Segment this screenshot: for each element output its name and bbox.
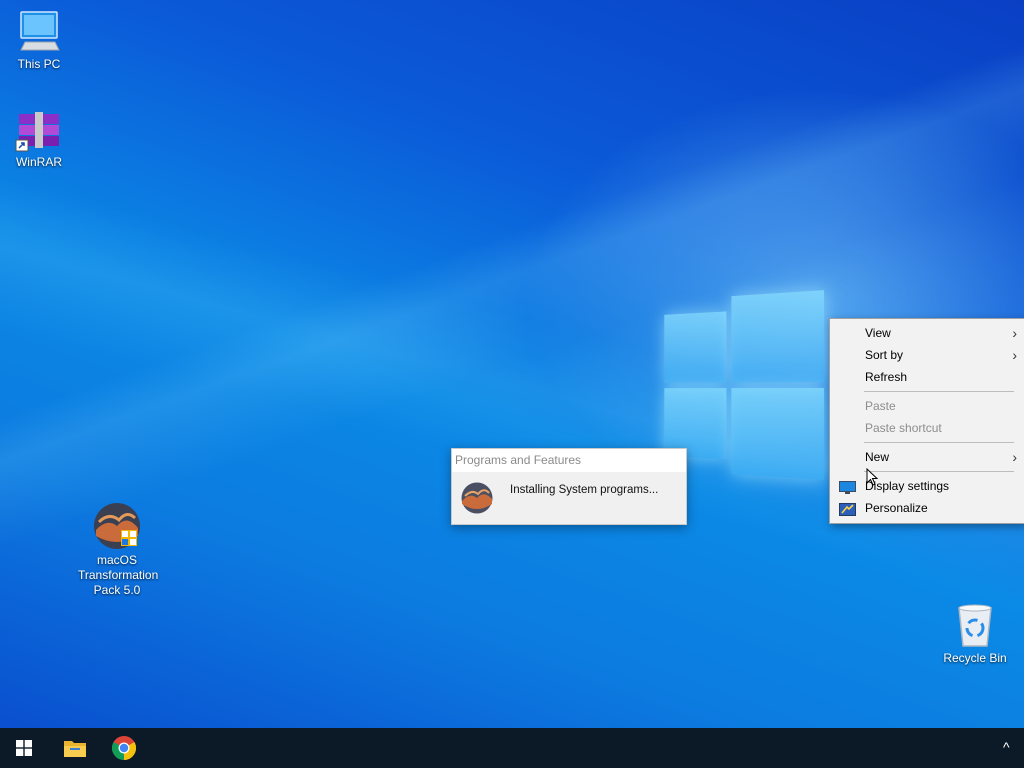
desktop-icon-label: macOS Transformation Pack 5.0 (78, 553, 159, 597)
menu-item-paste-shortcut[interactable]: Paste shortcut (830, 417, 1024, 439)
menu-separator (864, 471, 1014, 472)
desktop[interactable]: This PC WinRAR macOS Transformation Pack… (0, 0, 1024, 728)
chevron-right-icon: › (1012, 347, 1017, 363)
macos-transformation-pack-icon (93, 502, 141, 550)
chrome-button[interactable] (100, 728, 148, 768)
dialog-title: Programs and Features (452, 449, 686, 472)
menu-item-label: Paste (865, 399, 896, 413)
display-settings-icon (839, 479, 856, 494)
programs-and-features-dialog: Programs and Features Installing System … (451, 448, 687, 525)
desktop-icon-winrar[interactable]: WinRAR (0, 110, 78, 170)
taskbar: ^ (0, 728, 1024, 768)
folder-icon (64, 739, 86, 762)
menu-item-label: Sort by (865, 348, 904, 362)
menu-item-new[interactable]: New › (830, 446, 1024, 468)
menu-item-label: Paste shortcut (865, 421, 942, 435)
chrome-icon (111, 736, 137, 765)
menu-item-view[interactable]: View › (830, 322, 1024, 344)
desktop-icon-macos-transformation-pack[interactable]: macOS Transformation Pack 5.0 (78, 502, 159, 598)
chevron-right-icon: › (1012, 325, 1017, 341)
menu-item-label: Refresh (865, 370, 908, 384)
menu-item-paste[interactable]: Paste (830, 395, 1024, 417)
menu-separator (864, 442, 1014, 443)
file-explorer-button[interactable] (50, 728, 98, 768)
menu-item-sort-by[interactable]: Sort by › (830, 344, 1024, 366)
winrar-icon (15, 110, 63, 152)
desktop-icon-recycle-bin[interactable]: Recycle Bin (936, 602, 1014, 666)
menu-item-refresh[interactable]: Refresh (830, 366, 1024, 388)
dialog-message: Installing System programs... (510, 484, 659, 496)
show-hidden-icons-button[interactable]: ^ (1000, 728, 1016, 768)
menu-separator (864, 391, 1014, 392)
desktop-icon-label: WinRAR (15, 155, 62, 169)
this-pc-icon (15, 10, 63, 54)
menu-item-label: Personalize (865, 501, 928, 515)
desktop-icon-this-pc[interactable]: This PC (0, 10, 78, 72)
desktop-icon-label: Recycle Bin (943, 651, 1007, 665)
chevron-right-icon: › (1012, 449, 1017, 465)
menu-item-display-settings[interactable]: Display settings (830, 475, 1024, 497)
mouse-cursor-icon (866, 467, 879, 491)
menu-item-personalize[interactable]: Personalize (830, 497, 1024, 519)
windows-wallpaper-logo (664, 290, 826, 490)
menu-item-label: New (865, 450, 890, 464)
menu-item-label: View (865, 326, 891, 340)
windows-start-icon (16, 740, 32, 761)
desktop-icon-label: This PC (17, 57, 61, 71)
desktop-context-menu: View › Sort by › Refresh Paste Paste sho… (829, 318, 1024, 524)
recycle-bin-icon (953, 602, 997, 648)
chevron-up-icon: ^ (1003, 739, 1010, 755)
personalize-icon (839, 501, 856, 516)
start-button[interactable] (0, 728, 48, 768)
macos-sierra-icon (461, 482, 493, 514)
